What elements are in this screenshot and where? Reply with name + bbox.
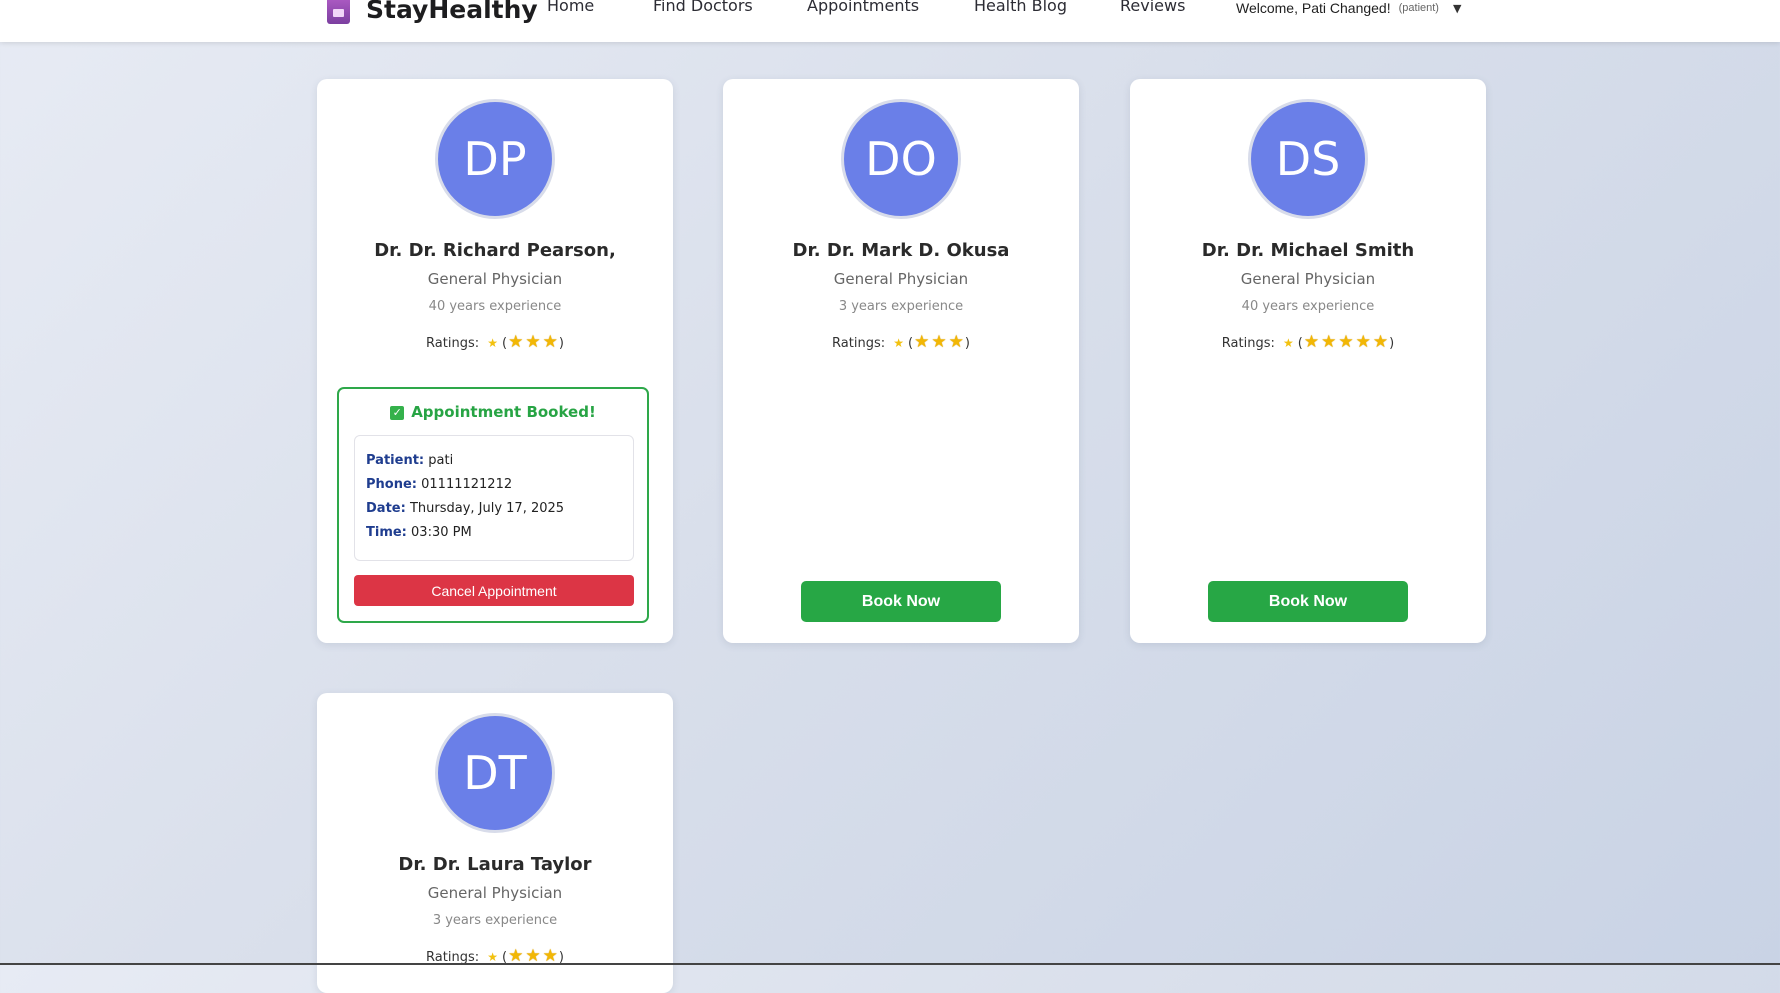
ratings-label: Ratings: — [832, 336, 886, 351]
ratings-label: Ratings: — [1221, 336, 1275, 351]
nav-link-reviews[interactable]: Reviews — [1120, 0, 1185, 15]
doctor-card: DT Dr. Dr. Laura Taylor General Physicia… — [317, 693, 673, 993]
avatar: DO — [841, 99, 961, 219]
doctor-card: DO Dr. Dr. Mark D. Okusa General Physici… — [723, 79, 1079, 643]
logo-icon — [327, 0, 350, 24]
nav-link-health-blog[interactable]: Health Blog — [974, 0, 1067, 15]
star-icon: ★ — [1338, 332, 1354, 352]
star-icon: ★ — [1355, 332, 1371, 352]
star-icon: ★ — [487, 950, 499, 964]
star-icon: ★ — [1303, 332, 1320, 352]
ratings: Ratings: ★ (★ ★ ★ ★ ★) — [1221, 332, 1395, 352]
doctor-experience: 3 years experience — [432, 913, 558, 928]
detail-phone: Phone: 01111121212 — [366, 477, 512, 492]
doctor-card: DP Dr. Dr. Richard Pearson, General Phys… — [317, 79, 673, 643]
rating-stars: ★ ★ ★ — [507, 332, 559, 352]
user-menu[interactable]: Welcome, Pati Changed! (patient) ▼ — [1236, 0, 1461, 16]
cancel-appointment-button[interactable]: Cancel Appointment — [354, 575, 634, 606]
star-icon: ★ — [893, 336, 905, 350]
brand[interactable]: StayHealthy — [327, 0, 538, 26]
booked-title-text: Appointment Booked! — [411, 403, 596, 421]
ratings: Ratings: ★ (★ ★ ★) — [832, 332, 970, 352]
doctor-name: Dr. Dr. Mark D. Okusa — [792, 240, 1010, 261]
doctor-specialty: General Physician — [427, 270, 563, 288]
doctor-name: Dr. Dr. Michael Smith — [1201, 240, 1415, 261]
detail-patient: Patient: pati — [366, 453, 453, 468]
chevron-down-icon[interactable]: ▼ — [1453, 2, 1461, 15]
book-now-button[interactable]: Book Now — [801, 581, 1001, 622]
doctor-specialty: General Physician — [1240, 270, 1376, 288]
ratings-label: Ratings: — [426, 336, 480, 351]
doctor-name: Dr. Dr. Laura Taylor — [398, 854, 592, 875]
doctor-specialty: General Physician — [833, 270, 969, 288]
booked-title: ✓ Appointment Booked! — [339, 403, 647, 421]
star-icon: ★ — [542, 332, 558, 352]
detail-label: Phone: — [366, 477, 417, 492]
welcome-text: Welcome, Pati Changed! — [1236, 0, 1391, 16]
detail-time: Time: 03:30 PM — [366, 525, 472, 540]
star-icon: ★ — [931, 332, 947, 352]
doctor-experience: 40 years experience — [428, 299, 562, 314]
avatar: DP — [435, 99, 555, 219]
nav-link-home[interactable]: Home — [547, 0, 594, 15]
star-icon: ★ — [1321, 332, 1337, 352]
rating-stars: ★ ★ ★ — [913, 332, 965, 352]
detail-value: 03:30 PM — [411, 525, 472, 540]
navbar: StayHealthy Home Find Doctors Appointmen… — [0, 0, 1780, 42]
doctor-card: DS Dr. Dr. Michael Smith General Physici… — [1130, 79, 1486, 643]
star-icon: ★ — [508, 332, 524, 352]
doctor-experience: 3 years experience — [838, 299, 964, 314]
star-icon: ★ — [914, 332, 930, 352]
detail-value: pati — [428, 453, 454, 468]
nav-link-find-doctors[interactable]: Find Doctors — [653, 0, 753, 15]
doctor-name: Dr. Dr. Richard Pearson, — [374, 240, 616, 261]
brand-name: StayHealthy — [366, 0, 538, 24]
appointment-booked-panel: ✓ Appointment Booked! Patient: pati Phone… — [337, 387, 649, 623]
ratings: Ratings: ★ (★ ★ ★) — [426, 332, 564, 352]
avatar: DT — [435, 713, 555, 833]
detail-label: Date: — [366, 501, 406, 516]
doctor-experience: 40 years experience — [1241, 299, 1375, 314]
role-text: (patient) — [1398, 2, 1439, 14]
rating-stars: ★ ★ ★ ★ ★ — [1303, 332, 1389, 352]
book-now-button[interactable]: Book Now — [1208, 581, 1408, 622]
appointment-details: Patient: pati Phone: 01111121212 Date: T… — [354, 435, 634, 561]
detail-value: Thursday, July 17, 2025 — [409, 501, 565, 516]
checkbox-check-icon: ✓ — [390, 406, 405, 420]
star-icon: ★ — [1283, 336, 1294, 350]
avatar: DS — [1248, 99, 1368, 219]
star-icon: ★ — [525, 332, 541, 352]
star-icon: ★ — [487, 336, 499, 350]
star-icon: ★ — [948, 332, 964, 352]
doctor-specialty: General Physician — [427, 884, 563, 902]
detail-date: Date: Thursday, July 17, 2025 — [366, 501, 564, 516]
detail-value: 01111121212 — [421, 477, 513, 492]
star-icon: ★ — [1372, 332, 1389, 352]
detail-label: Patient: — [366, 453, 425, 468]
nav-link-appointments[interactable]: Appointments — [807, 0, 919, 15]
detail-label: Time: — [366, 525, 407, 540]
